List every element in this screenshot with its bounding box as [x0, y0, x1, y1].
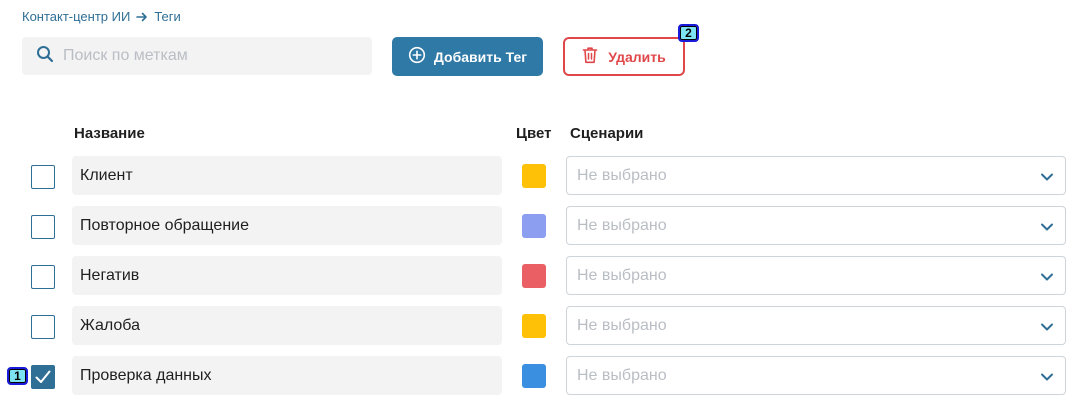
- scenario-select[interactable]: Не выбрано: [566, 306, 1066, 345]
- chevron-down-icon: [1040, 270, 1054, 284]
- column-header-color: Цвет: [516, 125, 552, 142]
- tag-color-swatch[interactable]: [522, 264, 546, 288]
- chevron-down-icon: [1040, 320, 1054, 334]
- chevron-down-icon: [1040, 220, 1054, 234]
- annotation-marker-2: 2: [678, 24, 699, 42]
- scenario-select-value: Не выбрано: [577, 316, 667, 334]
- arrow-right-icon: [136, 11, 148, 23]
- annotation-marker-1: 1: [7, 367, 28, 385]
- plus-circle-icon: [408, 46, 426, 67]
- row-checkbox[interactable]: [31, 365, 55, 389]
- row-checkbox[interactable]: [31, 165, 55, 189]
- scenario-select-value: Не выбрано: [577, 366, 667, 384]
- search-box[interactable]: [22, 37, 372, 75]
- scenario-select[interactable]: Не выбрано: [566, 156, 1066, 195]
- tag-color-swatch[interactable]: [522, 314, 546, 338]
- chevron-down-icon: [1040, 370, 1054, 384]
- table-row: Клиент Не выбрано: [0, 156, 1091, 196]
- tag-name-field[interactable]: Проверка данных: [72, 356, 502, 395]
- breadcrumb-parent-link[interactable]: Контакт-центр ИИ: [22, 9, 130, 24]
- scenario-select[interactable]: Не выбрано: [566, 356, 1066, 395]
- row-checkbox[interactable]: [31, 215, 55, 239]
- scenario-select-value: Не выбрано: [577, 266, 667, 284]
- row-checkbox[interactable]: [31, 265, 55, 289]
- tag-name-field[interactable]: Жалоба: [72, 306, 502, 345]
- tag-color-swatch[interactable]: [522, 364, 546, 388]
- column-header-scenarios: Сценарии: [570, 125, 644, 142]
- column-header-name: Название: [74, 125, 145, 142]
- table-row: Повторное обращение Не выбрано: [0, 206, 1091, 246]
- scenario-select[interactable]: Не выбрано: [566, 256, 1066, 295]
- tag-name-field[interactable]: Негатив: [72, 256, 502, 295]
- tag-color-swatch[interactable]: [522, 214, 546, 238]
- trash-icon: [582, 46, 598, 67]
- chevron-down-icon: [1040, 170, 1054, 184]
- breadcrumb-current[interactable]: Теги: [154, 9, 180, 24]
- breadcrumb: Контакт-центр ИИ Теги: [22, 9, 181, 24]
- search-input[interactable]: [63, 47, 343, 65]
- add-tag-button[interactable]: Добавить Тег: [392, 37, 543, 76]
- scenario-select[interactable]: Не выбрано: [566, 206, 1066, 245]
- row-checkbox[interactable]: [31, 315, 55, 339]
- search-icon: [36, 45, 54, 68]
- scenario-select-value: Не выбрано: [577, 166, 667, 184]
- table-row: Жалоба Не выбрано: [0, 306, 1091, 346]
- tag-name-field[interactable]: Клиент: [72, 156, 502, 195]
- tag-name-field[interactable]: Повторное обращение: [72, 206, 502, 245]
- scenario-select-value: Не выбрано: [577, 216, 667, 234]
- check-icon: [35, 370, 51, 383]
- delete-button-label: Удалить: [608, 48, 666, 65]
- table-row: Проверка данных Не выбрано: [0, 356, 1091, 396]
- tag-color-swatch[interactable]: [522, 164, 546, 188]
- add-tag-button-label: Добавить Тег: [433, 48, 528, 65]
- table-row: Негатив Не выбрано: [0, 256, 1091, 296]
- delete-button[interactable]: Удалить: [563, 37, 685, 76]
